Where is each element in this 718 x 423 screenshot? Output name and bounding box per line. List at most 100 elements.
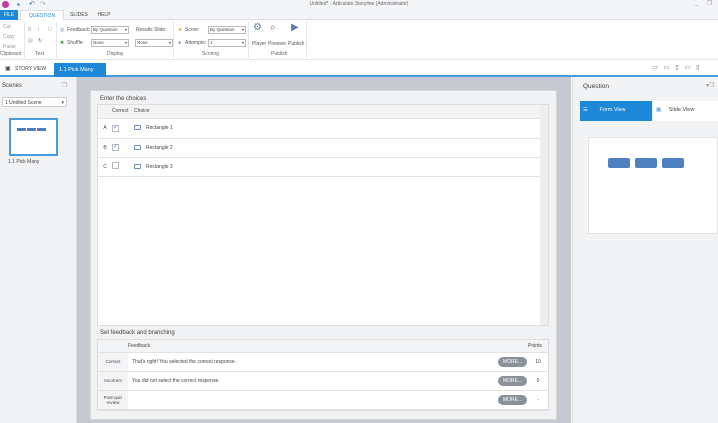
choice-row: A ✓ Rectangle 1 (98, 118, 548, 139)
float-panel-icon[interactable]: ❐ (62, 82, 67, 89)
rectangle-shape (635, 158, 657, 168)
tab-question[interactable]: QUESTION (20, 10, 64, 20)
choice-text[interactable]: Rectangle 1 (146, 125, 173, 131)
choice-letter: C (98, 157, 112, 177)
group-text: Text (35, 51, 45, 57)
title-bar: ▪ ↶ ↷ Untitled* - Articulate Storyline (… (0, 0, 718, 10)
attempts-icon: ● (178, 40, 182, 46)
feedback-dropdown[interactable]: By Question (91, 26, 129, 34)
shape-icon (134, 125, 141, 131)
scene-dropdown[interactable]: 1 Untitled Scene ▾ (2, 97, 67, 107)
restore-button[interactable]: ❐ (707, 0, 712, 7)
tab-file[interactable]: FILE (0, 10, 18, 20)
form-view-button[interactable]: ☰ Form View (580, 101, 652, 121)
results-slide-label: Results Slide: (136, 27, 167, 33)
feedback-label: Correct (98, 352, 128, 372)
slide-thumbnail[interactable] (9, 118, 58, 156)
form-view-icon: ☰ (583, 107, 590, 113)
choice-text[interactable]: Rectangle 3 (146, 164, 173, 170)
document-tabs: ▣ STORY VIEW 1.1 Pick Many ▭▭▯▭▯ (0, 60, 718, 77)
col-correct: Correct (112, 105, 134, 119)
more-button[interactable]: MORE... (498, 394, 528, 405)
points-value[interactable]: - (528, 390, 548, 410)
more-button[interactable]: MORE... (498, 375, 528, 386)
slide-thumbnail-label: 1.1 Pick Many (8, 159, 40, 165)
correct-checkbox[interactable] (112, 162, 119, 169)
publish-button[interactable]: Publish (288, 41, 304, 47)
feedback-row: Correct That's right! You selected the co… (98, 352, 548, 372)
score-dropdown[interactable]: By Question (208, 26, 246, 34)
col-feedback: Feedback (128, 340, 498, 353)
question-form: Enter the choices Correct Choice A ✓ Rectan… (90, 90, 557, 420)
col-choice: Choice (134, 105, 540, 119)
group-publish: Publish (271, 51, 288, 57)
tab-story-view[interactable]: STORY VIEW (15, 66, 46, 72)
question-panel-title: Question (583, 83, 610, 90)
device-preview-icons[interactable]: ▭▭▯▭▯ (652, 64, 706, 71)
slide-view-icon: ▦ (656, 107, 663, 113)
italic-button[interactable]: I (38, 27, 39, 33)
window-title: Untitled* - Articulate Storyline (Admini… (309, 1, 409, 7)
player-icon[interactable]: ⚙ (253, 22, 262, 33)
feedback-row: Incorrect You did not select the correct … (98, 371, 548, 391)
score-icon: ★ (178, 27, 183, 33)
shuffle-label: Shuffle: (67, 40, 84, 46)
col-points: Points (528, 340, 548, 353)
shape-icon (134, 163, 141, 169)
feedback-text[interactable]: That's right! You selected the correct r… (128, 352, 498, 372)
question-panel: Question ▾❐ ☰ Form View ▦ Slide View (572, 77, 718, 423)
minimize-button[interactable]: _ (695, 0, 698, 6)
slide-view-button[interactable]: ▦ Slide View (653, 101, 718, 121)
ribbon-tabs: FILE QUESTION SLIDES HELP (0, 10, 718, 20)
feedback-row: Post-quiz review MORE... - (98, 390, 548, 410)
tab-help[interactable]: HELP (93, 10, 115, 20)
feedback-label: Feedback: (67, 27, 91, 33)
feedback-label: Post-quiz review (98, 390, 128, 410)
group-clipboard: Clipboard (0, 51, 22, 57)
text-style-icon[interactable]: ↻ (38, 38, 42, 44)
points-value[interactable]: 10 (528, 352, 548, 372)
feedback-title: Set feedback and branching (100, 330, 175, 336)
bold-button[interactable]: B (28, 27, 31, 33)
copy-button[interactable]: Copy (3, 34, 15, 40)
underline-button[interactable]: U (48, 27, 52, 33)
attempts-label: Attempts: (185, 40, 207, 46)
choice-letter: B (98, 138, 112, 158)
player-button[interactable]: Player (252, 41, 266, 47)
correct-checkbox[interactable]: ✓ (112, 124, 119, 132)
form-view-label: Form View (599, 107, 626, 113)
attempts-dropdown[interactable]: 1 (208, 39, 246, 47)
text-format-icon[interactable]: ▤ (28, 38, 33, 44)
feedback-table: Feedback Points Correct That's right! You … (97, 339, 549, 411)
scene-dropdown-value: 1 Untitled Scene (5, 100, 42, 106)
preview-button[interactable]: Preview (268, 41, 286, 47)
shuffle-icon: ✖ (60, 40, 65, 46)
more-button[interactable]: MORE... (498, 356, 528, 367)
rectangle-shape (662, 158, 684, 168)
cut-button[interactable]: Cut (3, 24, 11, 30)
scenes-panel: Scenes ❐ 1 Untitled Scene ▾ 1.1 Pick Many (0, 77, 77, 423)
choice-letter: A (98, 118, 112, 139)
story-view-icon: ▣ (5, 66, 11, 72)
choices-title: Enter the choices (100, 96, 147, 102)
feedback-text[interactable] (128, 390, 498, 410)
feedback-label: Incorrect (98, 371, 128, 391)
feedback-text[interactable]: You did not select the correct response. (128, 371, 498, 391)
publish-icon[interactable]: ▶ (291, 22, 299, 33)
group-scoring: Scoring (202, 51, 219, 57)
score-label: Score: (185, 27, 200, 33)
choices-scrollbar[interactable] (540, 105, 548, 325)
results-slide-dropdown[interactable]: None (135, 39, 173, 47)
panel-options-icon[interactable]: ▾❐ (706, 82, 714, 89)
paste-button[interactable]: Paste (3, 44, 16, 50)
ribbon: Cut Copy Paste Clipboard B I U ▤ ↻ Text … (0, 20, 718, 60)
choice-row: B ✓ Rectangle 2 (98, 138, 548, 158)
feedback-icon: ◎ (60, 27, 65, 33)
tab-slides[interactable]: SLIDES (66, 10, 92, 20)
correct-checkbox[interactable]: ✓ (112, 144, 119, 151)
tab-pick-many[interactable]: 1.1 Pick Many (54, 63, 106, 77)
points-value[interactable]: 0 (528, 371, 548, 391)
shuffle-dropdown[interactable]: None (91, 39, 129, 47)
choice-text[interactable]: Rectangle 2 (146, 145, 173, 151)
preview-icon[interactable]: ⌕ (270, 22, 276, 33)
